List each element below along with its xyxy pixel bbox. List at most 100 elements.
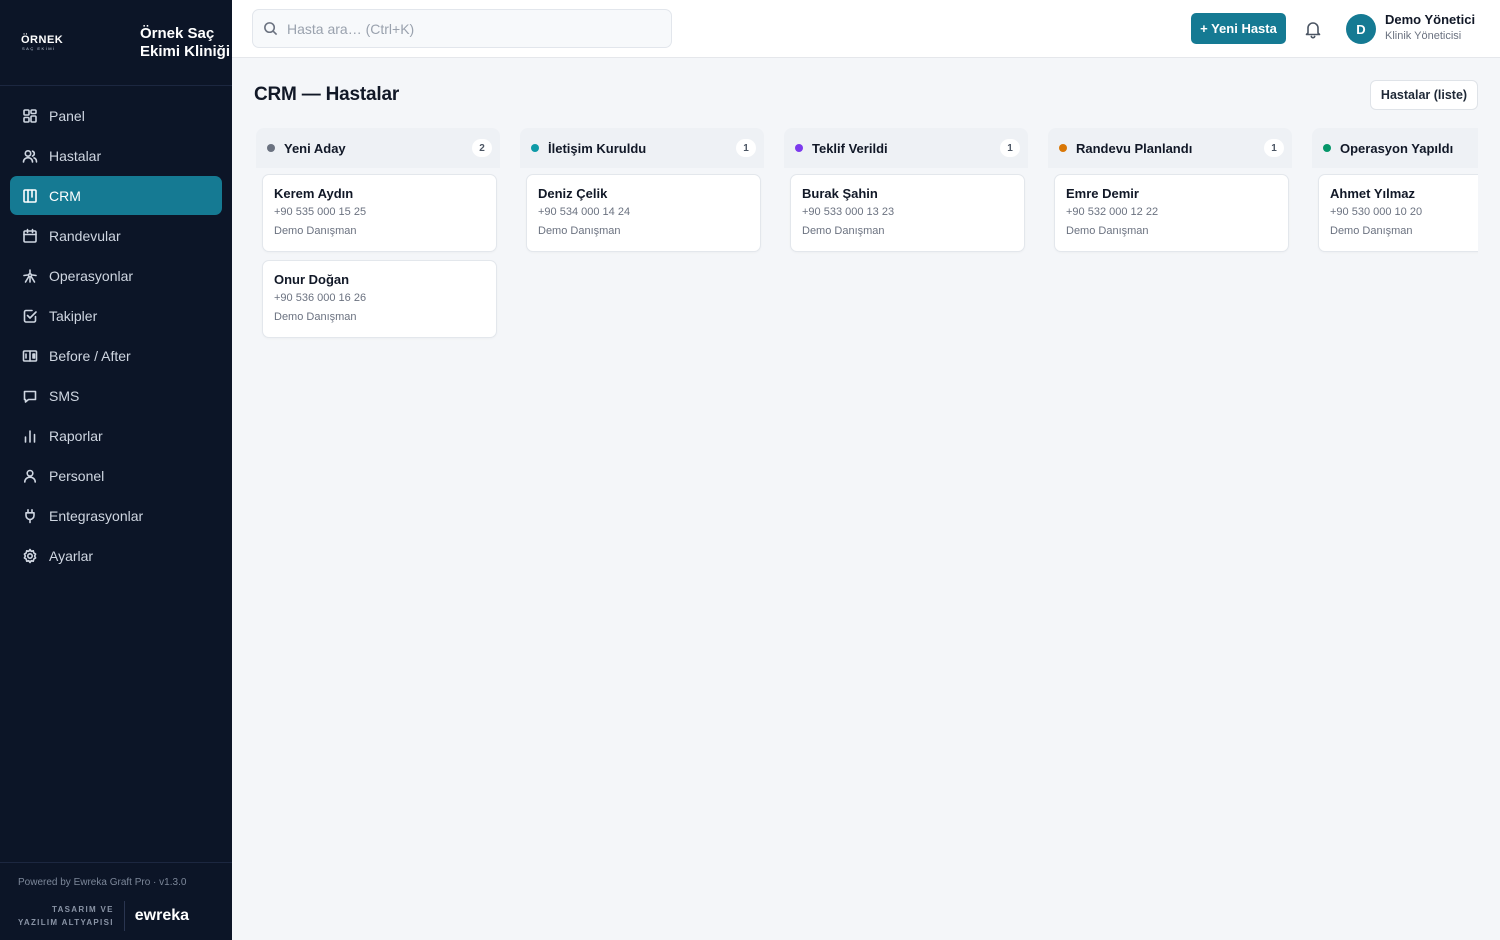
patients-list-button[interactable]: Hastalar (liste)	[1370, 80, 1478, 110]
sidebar-item-label: Operasyonlar	[49, 267, 134, 284]
patient-name: Deniz Çelik	[538, 186, 608, 201]
patient-card[interactable]: Burak Şahin +90 533 000 13 23 Demo Danış…	[790, 174, 1025, 252]
column-title: Teklif Verildi	[812, 140, 888, 156]
column-count-badge: 1	[736, 139, 756, 157]
design-credit-line1: TASARIM VE	[52, 905, 114, 914]
sidebar-nav: Panel Hastalar CRM Randevular Operasyonl…	[0, 86, 232, 575]
sidebar-item-randevular[interactable]: Randevular	[10, 216, 222, 255]
patient-agent: Demo Danışman	[274, 311, 357, 323]
column-header: Operasyon Yapıldı	[1312, 128, 1478, 168]
avatar[interactable]: D	[1346, 14, 1376, 44]
user-icon	[22, 468, 38, 484]
patient-phone: +90 533 000 13 23	[802, 206, 895, 218]
sidebar-item-takipler[interactable]: Takipler	[10, 296, 222, 335]
compare-icon	[22, 348, 38, 364]
sidebar-item-label: Takipler	[49, 307, 98, 324]
logo-main-text: ÖRNEK	[21, 33, 64, 46]
column-title: Yeni Aday	[284, 140, 346, 156]
kanban-board: Yeni Aday 2 Kerem Aydın +90 535 000 15 2…	[256, 128, 1478, 940]
sidebar-item-label: Hastalar	[49, 147, 102, 164]
notification-bell-icon[interactable]	[1303, 19, 1323, 39]
kanban-column-teklif-verildi: Teklif Verildi 1 Burak Şahin +90 533 000…	[784, 128, 1028, 252]
new-patient-button[interactable]: + Yeni Hasta	[1191, 13, 1286, 44]
clinic-name: Örnek Saç Ekimi Kliniği	[140, 24, 231, 60]
patient-name: Emre Demir	[1066, 186, 1139, 201]
grid-icon	[22, 108, 38, 124]
kanban-column-operasyon-yapildi: Operasyon Yapıldı Ahmet Yılmaz +90 530 0…	[1312, 128, 1478, 252]
message-icon	[22, 388, 38, 404]
checkbox-icon	[22, 308, 38, 324]
sidebar-item-entegrasyonlar[interactable]: Entegrasyonlar	[10, 496, 222, 535]
logo-sub-text: SAÇ EKİMİ	[22, 45, 56, 51]
patient-card[interactable]: Emre Demir +90 532 000 12 22 Demo Danışm…	[1054, 174, 1289, 252]
kanban-column-yeni-aday: Yeni Aday 2 Kerem Aydın +90 535 000 15 2…	[256, 128, 500, 338]
column-title: İletişim Kuruldu	[548, 140, 647, 156]
patient-phone: +90 530 000 10 20	[1330, 206, 1423, 218]
search-icon	[264, 22, 278, 36]
sidebar-item-crm[interactable]: CRM	[10, 176, 222, 215]
users-icon	[22, 148, 38, 164]
sidebar-item-label: Entegrasyonlar	[49, 507, 144, 524]
status-dot	[795, 144, 803, 152]
design-credit-line2: YAZILIM ALTYAPISI	[18, 918, 114, 927]
column-count-badge: 1	[1000, 139, 1020, 157]
footer-brand-row: TASARIM VE YAZILIM ALTYAPISI ewreka	[18, 901, 214, 931]
footer-divider	[123, 901, 125, 931]
kanban-column-iletisim-kuruldu: İletişim Kuruldu 1 Deniz Çelik +90 534 0…	[520, 128, 764, 252]
sidebar-item-label: Randevular	[49, 227, 121, 244]
column-count-badge: 2	[472, 139, 492, 157]
status-dot	[1323, 144, 1331, 152]
sidebar-item-ayarlar[interactable]: Ayarlar	[10, 536, 222, 575]
patient-name: Burak Şahin	[802, 186, 878, 201]
search-input[interactable]	[287, 20, 647, 37]
topbar: + Yeni Hasta D Demo Yönetici Klinik Yöne…	[232, 0, 1500, 58]
sidebar-item-raporlar[interactable]: Raporlar	[10, 416, 222, 455]
sidebar-item-operasyonlar[interactable]: Operasyonlar	[10, 256, 222, 295]
sidebar-item-label: Ayarlar	[49, 547, 94, 564]
kanban-icon	[22, 188, 38, 204]
column-header: Teklif Verildi 1	[784, 128, 1028, 168]
column-count-badge: 1	[1264, 139, 1284, 157]
patient-card[interactable]: Ahmet Yılmaz +90 530 000 10 20 Demo Danı…	[1318, 174, 1478, 252]
status-dot	[1059, 144, 1067, 152]
patient-phone: +90 535 000 15 25	[274, 206, 367, 218]
ewreka-logo[interactable]: ewreka	[135, 907, 189, 925]
user-name: Demo Yönetici	[1385, 12, 1476, 27]
column-header: İletişim Kuruldu 1	[520, 128, 764, 168]
sidebar-item-hastalar[interactable]: Hastalar	[10, 136, 222, 175]
powered-by-text: Powered by Ewreka Graft Pro · v1.3.0	[18, 877, 187, 888]
user-role: Klinik Yöneticisi	[1385, 30, 1462, 42]
sidebar-item-label: CRM	[49, 187, 81, 204]
calendar-icon	[22, 228, 38, 244]
sidebar-item-before-after[interactable]: Before / After	[10, 336, 222, 375]
design-credit: TASARIM VE YAZILIM ALTYAPISI	[18, 903, 114, 929]
sidebar-item-label: Panel	[49, 107, 85, 124]
patient-agent: Demo Danışman	[1066, 225, 1149, 237]
status-dot	[531, 144, 539, 152]
patient-card[interactable]: Kerem Aydın +90 535 000 15 25 Demo Danış…	[262, 174, 497, 252]
patient-card[interactable]: Onur Doğan +90 536 000 16 26 Demo Danışm…	[262, 260, 497, 338]
sidebar-item-label: Before / After	[49, 347, 131, 364]
patient-phone: +90 536 000 16 26	[274, 292, 367, 304]
sidebar-footer: Powered by Ewreka Graft Pro · v1.3.0 TAS…	[0, 862, 232, 940]
sidebar: ÖRNEK SAÇ EKİMİ Örnek Saç Ekimi Kliniği …	[0, 0, 232, 940]
patient-agent: Demo Danışman	[1330, 225, 1413, 237]
clinic-logo[interactable]: ÖRNEK SAÇ EKİMİ	[21, 34, 123, 52]
patient-phone: +90 534 000 14 24	[538, 206, 631, 218]
patient-name: Kerem Aydın	[274, 186, 354, 201]
patient-agent: Demo Danışman	[538, 225, 621, 237]
status-dot	[267, 144, 275, 152]
sidebar-item-label: Personel	[49, 467, 105, 484]
sidebar-item-sms[interactable]: SMS	[10, 376, 222, 415]
syringe-icon	[22, 268, 38, 284]
search-box[interactable]	[252, 9, 672, 48]
column-title: Operasyon Yapıldı	[1340, 140, 1454, 156]
patient-phone: +90 532 000 12 22	[1066, 206, 1159, 218]
column-header: Yeni Aday 2	[256, 128, 500, 168]
sidebar-item-personel[interactable]: Personel	[10, 456, 222, 495]
patient-agent: Demo Danışman	[802, 225, 885, 237]
patient-name: Ahmet Yılmaz	[1330, 186, 1416, 201]
patient-card[interactable]: Deniz Çelik +90 534 000 14 24 Demo Danış…	[526, 174, 761, 252]
page-title: CRM — Hastalar	[254, 84, 400, 105]
sidebar-item-panel[interactable]: Panel	[10, 96, 222, 135]
